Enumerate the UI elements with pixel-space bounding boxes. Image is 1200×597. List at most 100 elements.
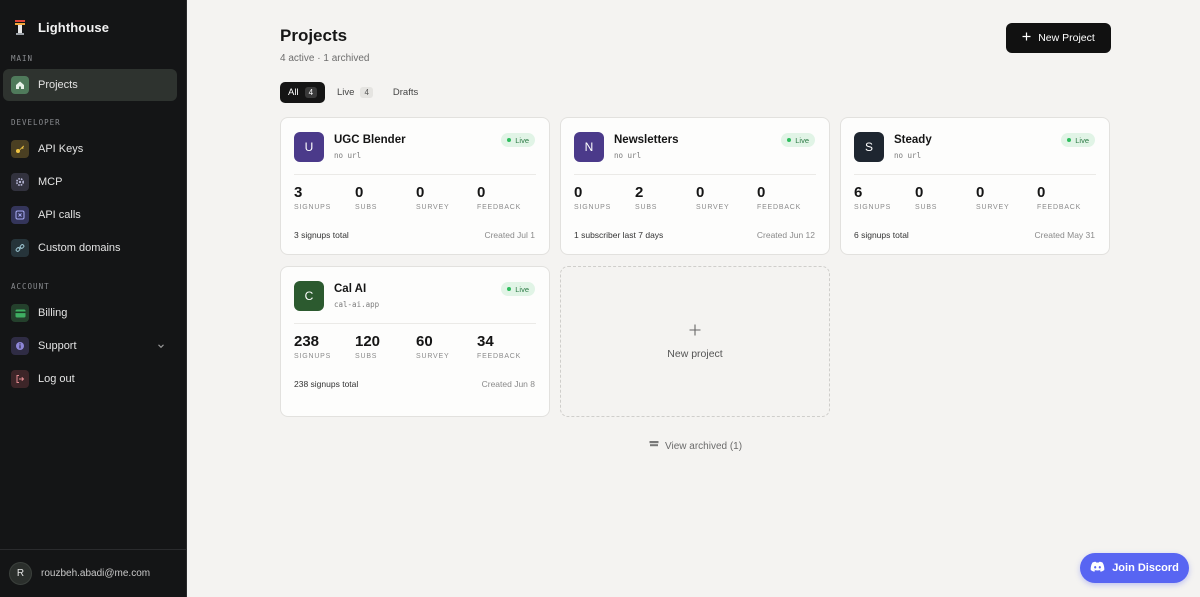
stat-signups: 3 SIGNUPS <box>294 184 355 211</box>
project-name: Newsletters <box>614 134 679 146</box>
stat-label: SUBS <box>355 353 378 360</box>
page-subtitle: 4 active · 1 archived <box>280 53 370 64</box>
stat-feedback: 0 FEEDBACK <box>477 184 538 211</box>
sidebar-item-projects[interactable]: Projects <box>3 69 177 101</box>
new-project-card[interactable]: New project <box>560 266 830 417</box>
project-name: Cal AI <box>334 283 367 295</box>
sidebar-item-label: Billing <box>38 307 68 319</box>
link-icon <box>11 239 29 257</box>
project-card[interactable]: U UGC Blender no url Live 3 SIGNUPS 0 SUBS… <box>280 117 550 255</box>
sidebar-item-label: MCP <box>38 176 63 188</box>
stat-value: 0 <box>1037 184 1046 201</box>
project-card[interactable]: N Newsletters no url Live 0 SIGNUPS 2 SUBS… <box>560 117 830 255</box>
stat-label: FEEDBACK <box>477 353 522 360</box>
plus-icon <box>689 323 701 341</box>
sidebar-item-billing[interactable]: Billing <box>3 297 177 329</box>
sidebar-item-label: Log out <box>38 373 75 385</box>
new-project-button[interactable]: New Project <box>1006 23 1111 53</box>
sidebar-item-label: API calls <box>38 209 81 221</box>
stat-survey: 0 SURVEY <box>696 184 757 211</box>
new-project-card-label: New project <box>667 348 723 360</box>
chevron-down-icon[interactable] <box>157 341 165 353</box>
key-icon <box>11 140 29 158</box>
stat-subs: 120 SUBS <box>355 333 416 360</box>
project-avatar: N <box>574 132 604 162</box>
stat-value: 6 <box>854 184 863 201</box>
stat-signups: 6 SIGNUPS <box>854 184 915 211</box>
project-avatar: C <box>294 281 324 311</box>
stat-label: SUBS <box>355 204 378 211</box>
sidebar-item-label: API Keys <box>38 143 84 155</box>
stat-survey: 0 SURVEY <box>976 184 1037 211</box>
stat-feedback: 34 FEEDBACK <box>477 333 538 360</box>
project-stats: 6 SIGNUPS 0 SUBS 0 SURVEY 0 FEEDBACK <box>854 184 1098 211</box>
credit-card-icon <box>11 304 29 322</box>
code-icon <box>11 206 29 224</box>
avatar: R <box>9 562 32 585</box>
sidebar-item-label: Support <box>38 340 77 352</box>
project-name: Steady <box>894 134 932 146</box>
stat-value: 34 <box>477 333 494 350</box>
tab-count-badge: 4 <box>304 87 318 98</box>
user-account[interactable]: R rouzbeh.abadi@me.com <box>0 549 186 597</box>
view-archived-link[interactable]: View archived (1) <box>649 440 742 452</box>
stat-value: 0 <box>915 184 924 201</box>
sidebar-item-log-out[interactable]: Log out <box>3 363 177 395</box>
stat-value: 3 <box>294 184 303 201</box>
status-badge: Live <box>501 133 535 147</box>
stat-label: SIGNUPS <box>854 204 892 211</box>
project-card[interactable]: S Steady no url Live 6 SIGNUPS 0 SUBS 0 SUR… <box>840 117 1110 255</box>
gear-icon <box>11 173 29 191</box>
discord-icon <box>1090 561 1105 575</box>
stat-survey: 0 SURVEY <box>416 184 477 211</box>
stat-label: FEEDBACK <box>477 204 522 211</box>
sidebar-item-api-keys[interactable]: API Keys <box>3 133 177 165</box>
project-stats: 3 SIGNUPS 0 SUBS 0 SURVEY 0 FEEDBACK <box>294 184 538 211</box>
stat-label: FEEDBACK <box>1037 204 1082 211</box>
stat-label: SURVEY <box>416 353 450 360</box>
project-url: no url <box>334 151 362 160</box>
stat-value: 0 <box>477 184 486 201</box>
status-label: Live <box>1075 135 1089 145</box>
plus-icon <box>1022 32 1031 44</box>
project-url: cal-ai.app <box>334 300 380 309</box>
card-divider <box>294 323 536 324</box>
home-icon <box>11 76 29 94</box>
status-badge: Live <box>781 133 815 147</box>
project-card[interactable]: C Cal AI cal-ai.app Live 238 SIGNUPS 120 S… <box>280 266 550 417</box>
tab-all[interactable]: All 4 <box>280 82 326 103</box>
archive-icon <box>649 440 659 452</box>
section-label-account: ACCOUNT <box>11 282 50 291</box>
stat-label: SIGNUPS <box>574 204 612 211</box>
stat-value: 0 <box>696 184 705 201</box>
tab-live[interactable]: Live 4 <box>329 82 381 103</box>
logout-icon <box>11 370 29 388</box>
stat-value: 60 <box>416 333 433 350</box>
stat-label: FEEDBACK <box>757 204 802 211</box>
brand[interactable]: Lighthouse <box>14 18 109 36</box>
project-avatar: S <box>854 132 884 162</box>
sidebar-item-support[interactable]: Support <box>3 330 177 362</box>
stat-survey: 60 SURVEY <box>416 333 477 360</box>
sidebar-item-api-calls[interactable]: API calls <box>3 199 177 231</box>
sidebar-item-mcp[interactable]: MCP <box>3 166 177 198</box>
status-dot-icon <box>507 138 512 142</box>
join-discord-button[interactable]: Join Discord <box>1080 553 1189 583</box>
brand-name: Lighthouse <box>38 19 110 35</box>
stat-value: 2 <box>635 184 644 201</box>
sidebar: Lighthouse MAIN Projects DEVELOPER API K… <box>0 0 187 597</box>
section-label-developer: DEVELOPER <box>11 118 61 127</box>
stat-label: SURVEY <box>976 204 1010 211</box>
stat-signups: 238 SIGNUPS <box>294 333 355 360</box>
stat-value: 120 <box>355 333 381 350</box>
info-icon <box>11 337 29 355</box>
project-created-date: Created Jul 1 <box>484 230 535 240</box>
tab-drafts[interactable]: Drafts <box>385 82 426 103</box>
sidebar-item-custom-domains[interactable]: Custom domains <box>3 232 177 264</box>
sidebar-item-label: Projects <box>38 79 78 91</box>
user-email: rouzbeh.abadi@me.com <box>41 568 151 579</box>
stat-subs: 0 SUBS <box>915 184 976 211</box>
sidebar-item-label: Custom domains <box>38 242 121 254</box>
stat-feedback: 0 FEEDBACK <box>1037 184 1098 211</box>
join-discord-label: Join Discord <box>1112 562 1179 574</box>
